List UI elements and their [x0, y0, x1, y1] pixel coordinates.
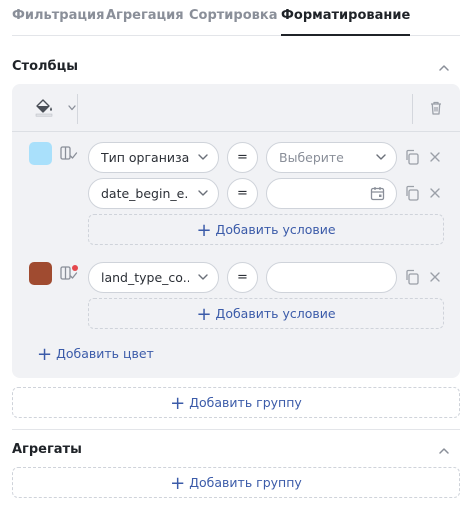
columns-format-panel: Тип организа... = Выберите date_begin_e.… [12, 84, 460, 378]
chevron-down-icon [376, 154, 386, 160]
chevron-down-icon [198, 190, 208, 196]
section-divider [12, 429, 460, 430]
add-color-button[interactable]: + Добавить цвет [37, 344, 154, 365]
condition-mode-icon[interactable] [59, 264, 79, 284]
chevron-down-icon [198, 154, 208, 160]
add-group-label: Добавить группу [189, 395, 302, 410]
plus-icon: + [37, 344, 53, 365]
color-swatch[interactable] [29, 142, 52, 165]
add-group-button[interactable]: + Добавить группу [12, 387, 460, 418]
chevron-down-icon[interactable] [67, 103, 77, 113]
operator-select[interactable]: = [227, 178, 258, 209]
field-select-value: land_type_co... [101, 270, 189, 285]
trash-icon[interactable] [428, 100, 444, 116]
plus-icon: + [170, 393, 186, 414]
date-input[interactable] [266, 178, 397, 209]
tab-formatting[interactable]: Форматирование [281, 8, 411, 36]
calendar-icon[interactable] [370, 186, 385, 201]
value-input[interactable] [266, 262, 397, 293]
operator-select[interactable]: = [227, 142, 258, 173]
add-condition-label: Добавить условие [215, 222, 336, 237]
tab-filtering[interactable]: Фильтрация [12, 8, 104, 36]
value-select[interactable]: Выберите [266, 142, 397, 173]
add-color-label: Добавить цвет [56, 346, 154, 361]
add-aggregate-group-button[interactable]: + Добавить группу [12, 467, 460, 498]
close-icon[interactable] [428, 270, 442, 284]
field-select[interactable]: Тип организа... [88, 142, 219, 173]
add-condition-button[interactable]: + Добавить условие [88, 298, 444, 329]
value-select-placeholder: Выберите [279, 150, 344, 165]
notification-dot [72, 265, 78, 271]
plus-icon: + [196, 304, 212, 325]
plus-icon: + [170, 473, 186, 494]
tab-aggregation[interactable]: Агрегация [106, 8, 184, 36]
copy-icon[interactable] [404, 269, 420, 285]
tab-bar: Фильтрация Агрегация Сортировка Форматир… [12, 0, 460, 36]
add-condition-button[interactable]: + Добавить условие [88, 214, 444, 245]
fill-color-icon[interactable] [33, 97, 55, 117]
close-icon[interactable] [428, 186, 442, 200]
field-select-value: date_begin_e... [101, 186, 189, 201]
copy-icon[interactable] [404, 149, 420, 165]
toolbar-divider [77, 94, 78, 124]
add-group-label: Добавить группу [189, 475, 302, 490]
field-select[interactable]: date_begin_e... [88, 178, 219, 209]
tab-sorting[interactable]: Сортировка [189, 8, 277, 36]
toolbar-divider [412, 94, 413, 124]
field-select[interactable]: land_type_co... [88, 262, 219, 293]
field-select-value: Тип организа... [101, 150, 189, 165]
chevron-up-icon[interactable] [437, 444, 451, 458]
aggregates-section-title: Агрегаты [12, 442, 82, 457]
panel-divider [12, 131, 460, 132]
chevron-up-icon[interactable] [437, 61, 451, 75]
plus-icon: + [196, 220, 212, 241]
columns-section-title: Столбцы [12, 59, 78, 74]
format-toolbar [22, 94, 450, 124]
operator-select[interactable]: = [227, 262, 258, 293]
add-condition-label: Добавить условие [215, 306, 336, 321]
copy-icon[interactable] [404, 185, 420, 201]
condition-mode-icon[interactable] [59, 144, 79, 164]
close-icon[interactable] [428, 150, 442, 164]
color-swatch[interactable] [29, 262, 52, 285]
chevron-down-icon [198, 274, 208, 280]
